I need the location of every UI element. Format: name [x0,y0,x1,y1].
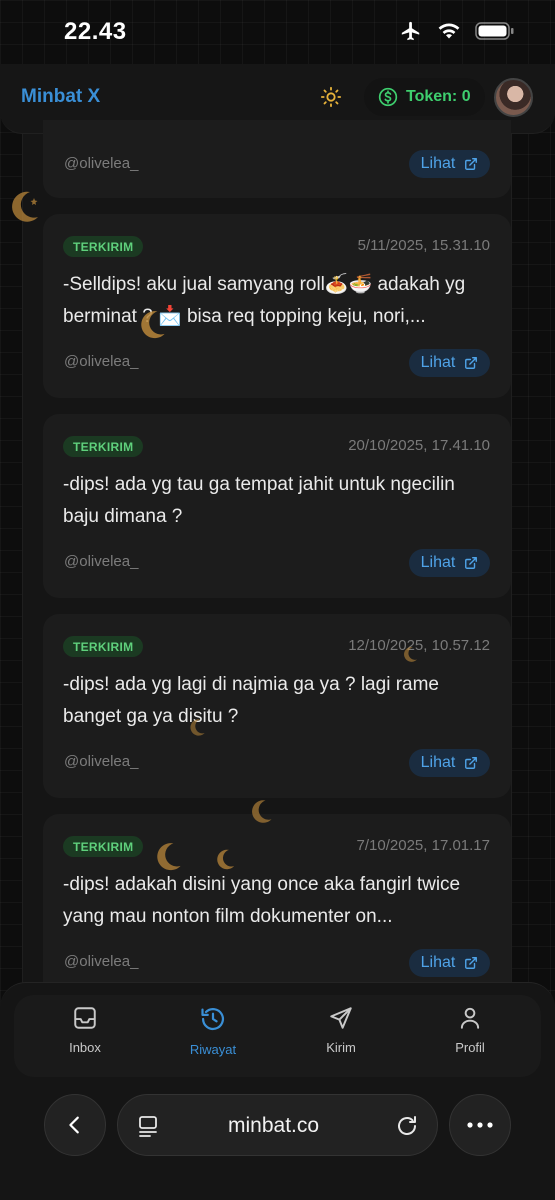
nav-label: Profil [455,1040,485,1055]
page-menu-icon[interactable] [136,1114,160,1138]
message-card[interactable]: TERKIRIM 7/10/2025, 17.01.17 -dips! adak… [43,814,511,998]
message-card[interactable]: TERKIRIM 12/10/2025, 10.57.12 -dips! ada… [43,614,511,798]
reload-icon[interactable] [395,1114,419,1138]
card-message: -dips! ada yg tau ga tempat jahit untuk … [63,474,455,527]
lihat-button[interactable]: Lihat [409,150,490,178]
sun-icon [320,86,342,108]
card-message: -dips! adakah disini yang once aka fangi… [63,874,461,927]
battery-icon [475,22,514,40]
message-card[interactable]: TERKIRIM 5/11/2025, 15.31.10 -Selldips! … [43,214,511,398]
browser-toolbar: minbat.co [0,1082,555,1200]
crescent-moon-icon [12,191,38,222]
theme-toggle-button[interactable] [312,78,350,116]
chevron-left-icon [69,1116,79,1134]
status-badge: TERKIRIM [63,436,144,457]
user-icon [460,1007,480,1029]
status-bar: 22.43 [0,0,555,64]
lihat-label: Lihat [420,554,456,571]
url-bar[interactable]: minbat.co [117,1094,438,1156]
status-time: 22.43 [64,18,127,45]
more-options-button[interactable] [449,1094,511,1156]
lihat-label: Lihat [420,754,456,771]
status-badge: TERKIRIM [63,236,144,257]
bottom-nav: Inbox Riwayat Kirim Profil [0,982,555,1082]
airplane-icon [401,21,420,41]
message-card[interactable]: TERKIRIM 20/10/2025, 17.41.10 -dips! ada… [43,414,511,598]
card-message: -dips! ada yg lagi di najmia ga ya ? lag… [63,674,439,727]
send-icon [330,1007,352,1029]
lihat-button[interactable]: Lihat [409,949,490,977]
card-date: 7/10/2025, 17.01.17 [356,837,490,854]
card-username: @olivelea_ [64,353,139,370]
token-balance-button[interactable]: Token: 0 [364,78,485,116]
status-icons [399,20,515,42]
nav-item-profil[interactable]: Profil [430,1005,510,1055]
nav-item-inbox[interactable]: Inbox [45,1005,125,1055]
nav-label: Kirim [326,1040,356,1055]
lihat-label: Lihat [420,354,456,371]
crescent-moon-icon [217,849,235,870]
history-icon [201,1008,225,1031]
dollar-circle-icon [378,87,398,107]
nav-label: Riwayat [189,1042,237,1057]
external-link-icon [465,357,478,369]
external-link-icon [465,557,478,569]
crescent-moon-icon [157,843,181,871]
bottom-nav-bar: Inbox Riwayat Kirim Profil [14,995,541,1077]
more-icon [467,1122,493,1128]
nav-item-kirim[interactable]: Kirim [301,1005,381,1055]
nav-item-riwayat[interactable]: Riwayat [173,1005,253,1057]
card-username: @olivelea_ [64,155,139,172]
lihat-label: Lihat [420,954,456,971]
lihat-button[interactable]: Lihat [409,749,490,777]
back-button[interactable] [44,1094,106,1156]
nav-label: Inbox [69,1040,101,1055]
card-date: 20/10/2025, 17.41.10 [348,437,490,454]
inbox-icon [74,1007,96,1029]
wifi-icon [438,23,460,39]
brand-logo[interactable]: Minbat X [21,86,100,108]
crescent-moon-icon [141,311,165,339]
url-text: minbat.co [228,1114,320,1137]
avatar[interactable] [494,78,533,117]
lihat-button[interactable]: Lihat [409,349,490,377]
card-date: 5/11/2025, 15.31.10 [357,237,490,254]
external-link-icon [465,757,478,769]
token-label: Token: 0 [406,88,471,105]
crescent-moon-icon [190,719,205,736]
crescent-moon-icon [252,800,272,823]
status-badge: TERKIRIM [63,636,144,657]
message-card-partial: @olivelea_ Lihat [43,120,511,198]
card-username: @olivelea_ [64,753,139,770]
card-username: @olivelea_ [64,553,139,570]
card-username: @olivelea_ [64,953,139,970]
lihat-label: Lihat [420,155,456,172]
status-badge: TERKIRIM [63,836,144,857]
external-link-icon [465,957,478,969]
lihat-button[interactable]: Lihat [409,549,490,577]
card-message: -Selldips! aku jual samyang roll🍝🍜 adaka… [63,274,466,327]
crescent-moon-icon [404,646,417,662]
external-link-icon [465,158,478,170]
